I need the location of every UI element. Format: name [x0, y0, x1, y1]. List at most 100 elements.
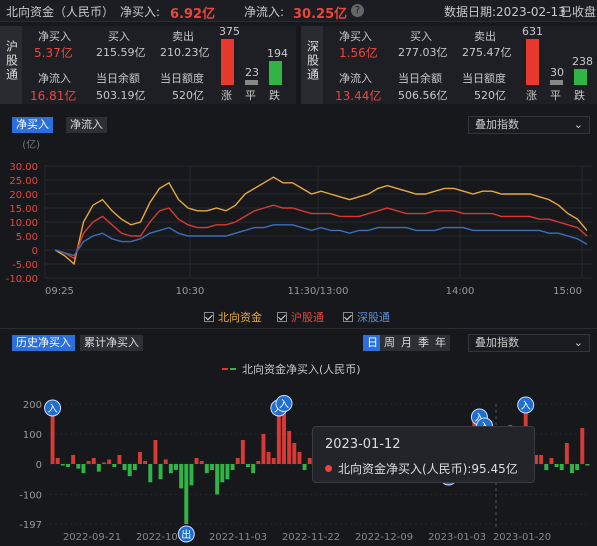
- tab-cumulative-net-buy[interactable]: 累计净买入: [80, 335, 143, 351]
- chart-tooltip: 2023-01-12 北向资金净买入(人民币):95.45亿: [312, 426, 535, 483]
- marker-label: 入: [521, 401, 531, 412]
- sh-down-label: 跌: [269, 89, 280, 102]
- y-tick-label: 25.00: [9, 176, 38, 187]
- bar: [163, 459, 168, 464]
- bar: [539, 455, 544, 464]
- sh-up-label: 涨: [221, 89, 232, 102]
- sh-sell: 210.23亿: [160, 46, 210, 59]
- bar: [230, 464, 235, 471]
- bar-chart-legend: 北向资金净买入(人民币): [222, 361, 361, 377]
- x-tick-label: 14:00: [446, 286, 475, 297]
- x-tick-label: 2023-01-20: [493, 532, 551, 543]
- bar: [91, 458, 96, 464]
- sh-net-buy: 5.37亿: [34, 46, 73, 60]
- sh-buy: 215.59亿: [96, 46, 146, 59]
- bar: [240, 440, 245, 464]
- sh-sell-label: 卖出: [172, 30, 194, 43]
- overlay-index-label-2: 叠加指数: [475, 336, 519, 349]
- sz-net-inflow-label: 净流入: [339, 72, 372, 85]
- sz-buy: 277.03亿: [398, 46, 448, 59]
- sz-down-label: 跌: [574, 89, 585, 102]
- series-line-0: [54, 176, 588, 266]
- bar: [580, 428, 585, 464]
- question-icon[interactable]: ?: [351, 4, 364, 17]
- chevron-down-icon: ⌄: [573, 336, 583, 349]
- sh-up-count: 375: [219, 25, 240, 38]
- legend-north[interactable]: 北向资金: [204, 309, 262, 325]
- net-buy-value: 6.92亿: [170, 7, 216, 22]
- overlay-index-dropdown-2[interactable]: 叠加指数 ⌄: [468, 334, 590, 352]
- x-tick-label: 2022-11-22: [282, 532, 340, 543]
- sz-net-buy-label: 净买入: [339, 30, 372, 43]
- sh-net-inflow: 16.81亿: [30, 89, 77, 103]
- header-bar: 北向资金（人民币） 净买入: 6.92亿 净流入: 30.25亿 ? 数据日期:…: [0, 0, 597, 22]
- y-tick-label: 0: [36, 460, 42, 471]
- divider: [0, 328, 597, 329]
- bar: [544, 464, 549, 471]
- marker-label: 出: [181, 528, 191, 541]
- bar: [107, 459, 112, 464]
- y-tick-label: -197: [19, 520, 42, 531]
- legend-sh[interactable]: 沪股通: [277, 309, 324, 325]
- sh-connect-label: 沪股通: [0, 26, 22, 104]
- bar: [71, 455, 76, 464]
- sz-flat-bar: [550, 80, 563, 85]
- bar: [261, 434, 266, 464]
- bar: [81, 464, 86, 474]
- y-tick-label: 200: [23, 400, 42, 411]
- bar: [266, 452, 271, 464]
- sh-flat-count: 23: [245, 66, 259, 79]
- sz-buy-label: 买入: [410, 30, 432, 43]
- legend-sz[interactable]: 深股通: [343, 309, 390, 325]
- bar: [60, 464, 65, 466]
- marker-label: 入: [48, 404, 58, 415]
- bar: [210, 464, 214, 471]
- overlay-index-dropdown[interactable]: 叠加指数 ⌄: [468, 116, 590, 134]
- y-tick-label: -100: [19, 490, 42, 501]
- sz-sell: 275.47亿: [462, 46, 512, 59]
- bar: [55, 458, 60, 464]
- bar: [302, 464, 307, 471]
- sz-quota-label: 当日额度: [462, 72, 506, 85]
- bar: [117, 455, 122, 464]
- bar: [585, 464, 590, 466]
- bar: [112, 464, 117, 468]
- sh-quota: 520亿: [172, 89, 204, 102]
- x-tick-label: 2022-12-09: [355, 532, 413, 543]
- sh-net-buy-label: 净买入: [38, 30, 71, 43]
- tab-net-inflow[interactable]: 净流入: [66, 117, 107, 133]
- y-tick-label: 100: [23, 430, 42, 441]
- overlay-index-label: 叠加指数: [475, 118, 519, 131]
- net-buy-label: 净买入:: [120, 5, 161, 19]
- y-tick-label: 0: [32, 246, 38, 257]
- bar: [199, 461, 204, 464]
- sz-flat-count: 30: [550, 66, 564, 79]
- bar: [225, 464, 230, 480]
- data-date: 数据日期:2023-02-13: [444, 5, 566, 19]
- y-tick-label: -10.00: [6, 274, 38, 285]
- period-year[interactable]: 年: [431, 335, 450, 351]
- bar: [168, 464, 173, 474]
- tab-net-buy[interactable]: 净买入: [12, 117, 53, 133]
- sz-down-count: 238: [572, 55, 593, 68]
- bar: [127, 464, 132, 477]
- bar: [297, 452, 302, 464]
- bar: [50, 416, 55, 464]
- bar: [158, 464, 163, 480]
- bar: [204, 464, 209, 474]
- bar: [148, 464, 153, 483]
- sz-balance-label: 当日余额: [398, 72, 442, 85]
- x-tick-label: 15:00: [553, 286, 582, 297]
- tab-history-net-buy[interactable]: 历史净买入: [12, 335, 75, 351]
- bar: [174, 464, 178, 471]
- bar: [292, 443, 297, 464]
- bar: [153, 440, 158, 464]
- y-tick-label: 10.00: [9, 218, 38, 229]
- sz-up-count: 631: [522, 25, 543, 38]
- bar: [96, 464, 101, 472]
- x-tick-label: 2022-09-21: [63, 532, 121, 543]
- sz-connect-label: 深股通: [301, 26, 323, 104]
- bar: [138, 452, 142, 464]
- market-status: 已收盘: [560, 5, 597, 19]
- bar: [271, 458, 276, 464]
